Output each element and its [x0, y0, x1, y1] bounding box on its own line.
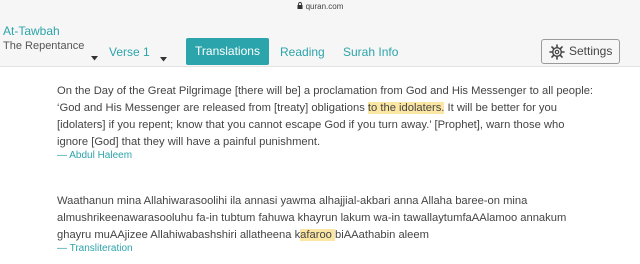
transliteration-segment: biAAathabin aleem [335, 229, 429, 241]
transliteration-author-link[interactable]: — Transliteration [57, 243, 133, 254]
transliteration-line: ghayru muAAjizee Allahiwabashshiri allat… [57, 227, 627, 244]
caret-down-icon[interactable] [160, 49, 167, 67]
settings-label: Settings [569, 44, 613, 58]
transliteration-text: Waathanun mina Allahiwarasoolihi ila ann… [57, 193, 627, 244]
translation-segment: ‘God and His Messenger are released from… [57, 102, 368, 114]
surah-subtitle: The Repentance [3, 40, 85, 52]
browser-address-bar[interactable]: quran.com [0, 0, 640, 14]
tab-surah-info[interactable]: Surah Info [343, 45, 398, 59]
gear-icon [549, 44, 565, 68]
transliteration-line: Waathanun mina Allahiwarasoolihi ila ann… [57, 195, 528, 207]
tab-translations[interactable]: Translations [186, 38, 269, 65]
settings-button[interactable]: Settings [541, 39, 620, 64]
translation-line: ‘God and His Messenger are released from… [57, 100, 627, 117]
translation-line: [idolaters] if you repent; know that you… [57, 119, 565, 131]
surah-name: At-Tawbah [3, 24, 60, 38]
translation-text: On the Day of the Great Pilgrimage [ther… [57, 83, 627, 151]
lock-icon [297, 0, 303, 14]
transliteration-line: almushrikeenawarasooluhu fa-in tubtum fa… [57, 212, 567, 224]
surah-selector[interactable]: At-Tawbah The Repentance [3, 24, 84, 54]
tab-reading[interactable]: Reading [280, 45, 325, 59]
verse-selector[interactable]: Verse 1 [109, 45, 150, 59]
top-nav-bar: At-Tawbah The Repentance Verse 1 Transla… [0, 14, 640, 67]
url-text: quran.com [305, 2, 344, 12]
translation-line: On the Day of the Great Pilgrimage [ther… [57, 85, 594, 97]
translation-line: ignore [God] that they will have a painf… [57, 136, 321, 148]
caret-down-icon[interactable] [91, 48, 98, 66]
highlighted-word[interactable]: to the idolaters. [367, 102, 445, 114]
transliteration-segment: ghayru muAAjizee Allahiwabashshiri allat… [57, 229, 301, 241]
translation-author-link[interactable]: — Abdul Haleem [57, 150, 132, 161]
highlighted-word[interactable]: afaroo [300, 229, 336, 241]
translation-segment: It will be better for you [444, 102, 557, 114]
